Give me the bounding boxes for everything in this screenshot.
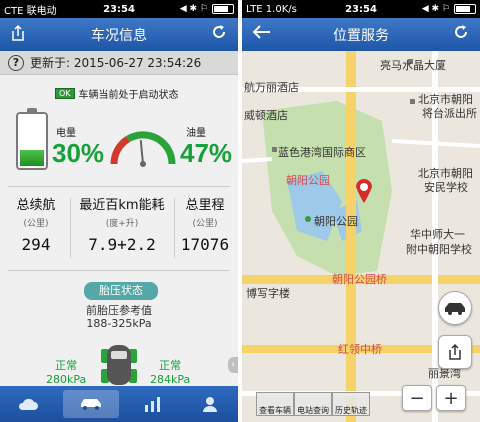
ok-badge: OK bbox=[55, 88, 75, 99]
nav-bar: 位置服务 bbox=[242, 18, 480, 51]
cloud-icon bbox=[19, 398, 39, 410]
tab-bar bbox=[0, 386, 238, 422]
history-track-label: 历史轨迹 bbox=[335, 406, 367, 415]
user-icon bbox=[202, 397, 217, 412]
station-search-tool[interactable]: 电站查询 bbox=[294, 392, 332, 416]
map-label: 安民学校 bbox=[424, 181, 468, 194]
consumption-stat: 最近百km能耗 (度+升) 7.9+2.2 bbox=[72, 194, 172, 254]
zoom-out-button[interactable]: − bbox=[402, 385, 432, 411]
back-icon[interactable] bbox=[252, 24, 272, 44]
range-title: 总续航 bbox=[16, 198, 56, 213]
map-label: 航万丽酒店 bbox=[244, 81, 299, 94]
status-bar: LTE 1.0K/s 23:54 ◀ ✱ ⚐ bbox=[242, 0, 480, 18]
zoom-in-button[interactable]: + bbox=[436, 385, 466, 411]
status-bar: CTE 联电动 23:54 ◀ ✱ ⚐ bbox=[0, 0, 238, 18]
battery-label: 电量 bbox=[56, 128, 76, 139]
page-title: 车况信息 bbox=[91, 27, 147, 44]
view-car-label: 查看车辆 bbox=[259, 406, 291, 415]
map-label: 蓝色港湾国际商区 bbox=[278, 146, 366, 159]
divider bbox=[8, 270, 230, 271]
update-time-bar: ? 更新于: 2015-06-27 23:54:26 bbox=[0, 51, 238, 75]
left-tire-value: 280kPa bbox=[46, 373, 87, 386]
history-track-tool[interactable]: 历史轨迹 bbox=[332, 392, 370, 416]
question-icon: ? bbox=[8, 54, 24, 71]
divider bbox=[70, 198, 71, 258]
fuel-gauge-icon bbox=[110, 131, 176, 167]
consumption-title: 最近百km能耗 bbox=[79, 198, 165, 213]
consumption-value: 7.9+2.2 bbox=[88, 235, 156, 254]
page-title: 位置服务 bbox=[333, 27, 389, 44]
update-time: 更新于: 2015-06-27 23:54:26 bbox=[30, 56, 202, 70]
chevron-right-icon[interactable]: › bbox=[228, 357, 238, 373]
map-label: 附中朝阳学校 bbox=[406, 243, 472, 256]
range-stat: 总续航 (公里) 294 bbox=[6, 194, 66, 254]
car-icon bbox=[445, 303, 465, 315]
tab-car[interactable] bbox=[62, 390, 119, 418]
map-label: 华中师大一 bbox=[410, 228, 465, 241]
share-icon bbox=[449, 343, 461, 360]
battery-value: 30% bbox=[52, 138, 105, 168]
fuel-label: 油量 bbox=[186, 128, 206, 139]
range-unit: (公里) bbox=[23, 219, 49, 229]
car-icon bbox=[80, 399, 101, 410]
map-view[interactable]: 亮马水晶大厦 航万丽酒店 北京市朝阳 将台派出所 威顿酒店 蓝色港湾国际商区 朝… bbox=[242, 51, 480, 422]
tire-pressure-button[interactable]: 胎压状态 bbox=[84, 282, 158, 300]
right-tire-state: 正常 bbox=[159, 359, 182, 372]
map-label: 朝阳公园 bbox=[314, 215, 358, 228]
share-icon[interactable] bbox=[10, 24, 26, 46]
plus-icon: + bbox=[443, 387, 459, 409]
mileage-unit: (公里) bbox=[192, 219, 218, 229]
refresh-icon[interactable] bbox=[210, 23, 228, 46]
map-label: 朝阳公园桥 bbox=[332, 273, 387, 286]
battery-fill bbox=[20, 149, 44, 166]
nav-bar: 车况信息 bbox=[0, 18, 238, 51]
view-car-tool[interactable]: 查看车辆 bbox=[256, 392, 294, 416]
station-search-label: 电站查询 bbox=[297, 406, 329, 415]
status-icons: ◀ ✱ ⚐ bbox=[179, 4, 208, 14]
vehicle-state: OK 车辆当前处于启动状态 bbox=[55, 86, 179, 101]
fuel-value: 47% bbox=[180, 138, 233, 168]
left-tire-status: 正常 280kPa bbox=[46, 357, 86, 386]
mileage-value: 17076 bbox=[180, 235, 230, 254]
map-label: 亮马水晶大厦 bbox=[380, 59, 446, 72]
consumption-unit: (度+升) bbox=[105, 219, 139, 229]
battery-gauge-icon bbox=[16, 108, 48, 170]
range-value: 294 bbox=[21, 235, 51, 254]
map-label: 威顿酒店 bbox=[244, 109, 288, 122]
tire-reference: 前胎压参考值 188-325kPa bbox=[0, 304, 238, 330]
location-service-screen: LTE 1.0K/s 23:54 ◀ ✱ ⚐ 位置服务 亮马水晶大厦 航万丽酒店… bbox=[242, 0, 480, 422]
map-label: 朝阳公园 bbox=[286, 174, 330, 187]
map-label: 将台派出所 bbox=[422, 107, 477, 120]
battery-icon bbox=[454, 4, 476, 14]
mileage-title: 总里程 bbox=[185, 198, 225, 213]
tab-weather[interactable] bbox=[0, 386, 57, 422]
divider bbox=[8, 186, 230, 187]
car-view-button[interactable] bbox=[438, 291, 472, 325]
minus-icon: − bbox=[409, 387, 425, 409]
refresh-icon[interactable] bbox=[452, 23, 470, 46]
mileage-stat: 总里程 (公里) 17076 bbox=[176, 194, 234, 254]
car-top-icon bbox=[101, 345, 137, 385]
tab-stats[interactable] bbox=[125, 386, 182, 422]
tire-ref-label: 前胎压参考值 bbox=[86, 304, 152, 317]
right-tire-value: 284kPa bbox=[150, 373, 191, 386]
divider bbox=[174, 198, 175, 258]
right-tire-status: 正常 284kPa bbox=[150, 357, 190, 386]
left-tire-state: 正常 bbox=[55, 359, 78, 372]
tire-ref-value: 188-325kPa bbox=[86, 317, 152, 330]
status-icons: ◀ ✱ ⚐ bbox=[421, 4, 450, 14]
bar-chart-icon bbox=[145, 397, 161, 412]
vehicle-state-text: 车辆当前处于启动状态 bbox=[78, 90, 179, 101]
map-label: 红领中桥 bbox=[338, 343, 382, 356]
vehicle-status-screen: CTE 联电动 23:54 ◀ ✱ ⚐ 车况信息 ? 更新于: 2015-06-… bbox=[0, 0, 238, 422]
battery-icon bbox=[212, 4, 234, 14]
tab-profile[interactable] bbox=[182, 386, 239, 422]
map-label: 博写字楼 bbox=[246, 287, 290, 300]
share-button[interactable] bbox=[438, 335, 472, 369]
